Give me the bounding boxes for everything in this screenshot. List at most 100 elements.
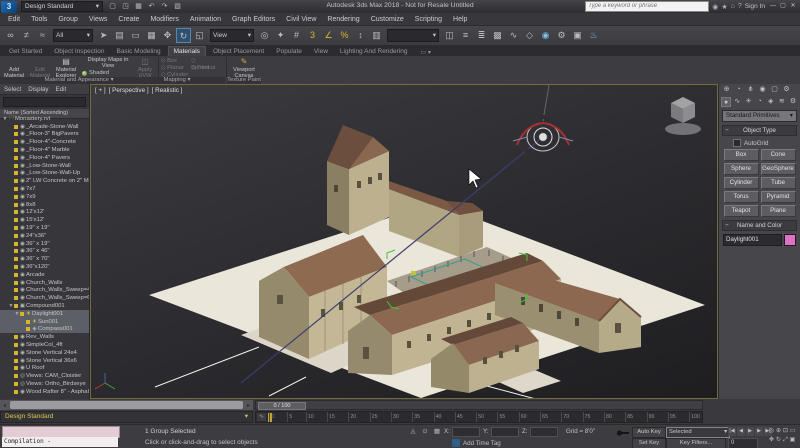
mini-curve-editor-icon[interactable]: ∿: [257, 413, 266, 421]
minimize-button[interactable]: —: [768, 2, 778, 11]
select-object-icon[interactable]: ➤: [96, 28, 111, 43]
object-type-rollout[interactable]: − Object Type: [722, 125, 797, 136]
selection-region-icon[interactable]: ▭: [128, 28, 143, 43]
systems-category-icon[interactable]: ⚙: [788, 97, 798, 107]
add-time-tag[interactable]: Add Time Tag: [452, 439, 501, 447]
motion-tab-icon[interactable]: ◉: [757, 85, 768, 95]
dolly-icon[interactable]: ⤢: [782, 436, 789, 445]
object-color-swatch[interactable]: [784, 234, 796, 246]
tree-item--low-stone-wall-up[interactable]: ◉ _Low-Stone-Wall-Up: [0, 170, 89, 178]
menu-customize[interactable]: Customize: [371, 16, 404, 23]
search-input[interactable]: [585, 1, 710, 12]
tree-item-stone-vertical-36x6[interactable]: ◉ Stone Vertical 36x6: [0, 357, 89, 365]
x-coordinate-field[interactable]: [452, 427, 480, 437]
autogrid-checkbox[interactable]: AutoGrid: [733, 139, 800, 147]
zoom-extents-icon[interactable]: ⊡: [782, 427, 789, 436]
viewport-menu-view[interactable]: [ Perspective ]: [109, 87, 149, 94]
tube-button[interactable]: Tube: [760, 177, 796, 189]
auto-key-button[interactable]: Auto Key: [632, 427, 666, 438]
select-and-scale-icon[interactable]: ◱: [192, 28, 207, 43]
menu-create[interactable]: Create: [118, 16, 139, 23]
tree-item--low-stone-wall[interactable]: ◉ _Low-Stone-Wall: [0, 162, 89, 170]
project-folder-icon[interactable]: ▧: [172, 1, 183, 12]
menu-graph-editors[interactable]: Graph Editors: [232, 16, 275, 23]
time-slider-handle[interactable]: 0 / 100: [258, 402, 306, 410]
undo-icon[interactable]: ↶: [146, 1, 157, 12]
tree-item-compound001[interactable]: ▼ ▣ Compound001: [0, 302, 89, 310]
mirror-icon[interactable]: ◫: [442, 28, 457, 43]
tree-item--floor-4-pavers[interactable]: ◉ _Floor-4" Pavers: [0, 154, 89, 162]
menu-scripting[interactable]: Scripting: [415, 16, 442, 23]
ribbon-tab-object-inspection[interactable]: Object Inspection: [49, 47, 109, 56]
lights-category-icon[interactable]: ☀: [743, 97, 753, 107]
explorer-search-input[interactable]: [3, 97, 86, 107]
max-logo-icon[interactable]: 3: [1, 0, 17, 13]
tree-item-36-x-46-[interactable]: ◉ 36" x 46": [0, 248, 89, 256]
zoom-icon[interactable]: ◎: [768, 427, 775, 436]
previous-frame-icon[interactable]: ◀: [737, 427, 745, 436]
edit-named-selections-icon[interactable]: ▥: [369, 28, 384, 43]
display-tab-icon[interactable]: ▢: [769, 85, 780, 95]
tree-item--arcade-stone-wall[interactable]: ◉ _Arcade-Stone-Wall: [0, 123, 89, 131]
bind-to-space-warp-icon[interactable]: ≈: [35, 28, 50, 43]
orbit-icon[interactable]: ↻: [775, 436, 782, 445]
layer-manager-icon[interactable]: ≣: [474, 28, 489, 43]
tree-item-views-ortho-birdseye[interactable]: ◎ Views: Ortho_Birdseye: [0, 380, 89, 388]
pan-icon[interactable]: ✥: [768, 436, 775, 445]
shapes-category-icon[interactable]: ∿: [732, 97, 742, 107]
group-label-mapping[interactable]: Mapping ▾: [129, 77, 225, 84]
menu-edit[interactable]: Edit: [8, 16, 20, 23]
graphite-ribbon-icon[interactable]: ▩: [490, 28, 505, 43]
tree-item-u-roof[interactable]: ◉ U Roof: [0, 365, 89, 373]
current-frame-field[interactable]: 0: [728, 438, 758, 448]
explorer-horizontal-scrollbar[interactable]: ◂ ▸: [0, 400, 253, 410]
render-production-icon[interactable]: ♨: [586, 28, 601, 43]
window-crossing-icon[interactable]: ▦: [144, 28, 159, 43]
align-icon[interactable]: ≡: [458, 28, 473, 43]
viewport[interactable]: [ + ] [ Perspective ] [ Realistic ]: [90, 84, 718, 416]
cylinder-button[interactable]: Cylinder: [723, 177, 759, 189]
geometry-category-icon[interactable]: ●: [721, 97, 732, 107]
curve-editor-icon[interactable]: ∿: [506, 28, 521, 43]
primitives-dropdown[interactable]: Standard Primitives ▾: [722, 110, 797, 122]
shaded-option[interactable]: Shaded: [82, 70, 134, 76]
tree-item-monastery-rvt[interactable]: ▼ 🗀 Monastery.rvt: [0, 115, 89, 123]
viewport-menu-plus[interactable]: [ + ]: [95, 87, 106, 94]
absolute-mode-icon[interactable]: ▦: [432, 427, 442, 436]
percent-snap-icon[interactable]: %: [337, 28, 352, 43]
ribbon-tab-view[interactable]: View: [309, 47, 333, 56]
scrollbar-thumb[interactable]: [10, 401, 243, 409]
geosphere-button[interactable]: GeoSphere: [760, 163, 796, 175]
name-and-color-rollout[interactable]: − Name and Color: [722, 220, 797, 231]
ribbon-tab-materials[interactable]: Materials: [167, 46, 206, 56]
tree-item-36-x120-[interactable]: ◉ 36"x120": [0, 263, 89, 271]
new-scene-icon[interactable]: ▢: [107, 1, 118, 12]
sphere-button[interactable]: Sphere: [723, 163, 759, 175]
zoom-all-icon[interactable]: ⊕: [775, 427, 782, 436]
sign-in-button[interactable]: Sign In: [745, 3, 765, 10]
tree-item-stone-vertical-24x4[interactable]: ◉ Stone Vertical 24x4: [0, 349, 89, 357]
tree-item-views-cam-cloister[interactable]: ◎ Views: CAM_Cloister: [0, 372, 89, 380]
next-frame-icon[interactable]: ▶: [755, 427, 763, 436]
isolate-selection-icon[interactable]: ◬: [408, 427, 418, 436]
cameras-category-icon[interactable]: ◔: [755, 97, 765, 107]
create-tab-icon[interactable]: ⊕: [721, 85, 732, 95]
save-file-icon[interactable]: ▦: [133, 1, 144, 12]
zoom-region-icon[interactable]: ▭: [789, 427, 796, 436]
tree-item-36-x-19-[interactable]: ◉ 36" x 19": [0, 240, 89, 248]
box-button[interactable]: Box: [723, 149, 759, 161]
z-coordinate-field[interactable]: [530, 427, 558, 437]
search-icon[interactable]: ◉: [712, 3, 718, 11]
modify-tab-icon[interactable]: ◔: [733, 85, 744, 95]
reference-coordinate-system-dropdown[interactable]: View ▾: [210, 29, 254, 42]
tree-item-sun001[interactable]: ☀ Sun001: [0, 317, 89, 326]
tree-item-church-walls-sweep-6[interactable]: ◉ Church_Walls_Sweep=6: [0, 294, 89, 302]
close-button[interactable]: ✕: [788, 2, 798, 11]
key-filters-button[interactable]: Key Filters...: [666, 438, 726, 448]
workspace-dropdown[interactable]: Design Standard ▾: [21, 1, 103, 12]
tree-item--floor-4-concrete[interactable]: ◉ _Floor-4"-Concrete: [0, 138, 89, 146]
menu-modifiers[interactable]: Modifiers: [150, 16, 178, 23]
space-warps-category-icon[interactable]: ≋: [777, 97, 787, 107]
ribbon-tab-basic-modeling[interactable]: Basic Modeling: [111, 47, 165, 56]
y-coordinate-field[interactable]: [491, 427, 519, 437]
